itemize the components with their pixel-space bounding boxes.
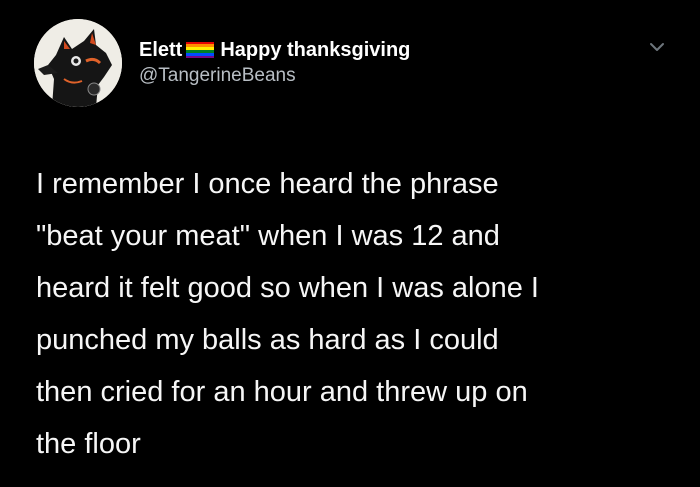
display-name-prefix: Elett <box>139 38 183 61</box>
chevron-down-icon[interactable] <box>648 40 666 54</box>
avatar[interactable] <box>34 19 122 107</box>
tweet-card: Elett Happy thanksgiving @TangerineBeans… <box>0 0 700 487</box>
tweet-text-line: the floor <box>36 428 141 460</box>
display-name-suffix: Happy thanksgiving <box>220 38 411 61</box>
tweet-text: I remember I once heard the phrase "beat… <box>36 158 676 470</box>
tweet-text-line: punched my balls as hard as I could <box>36 324 499 356</box>
pride-flag-icon <box>186 41 215 59</box>
tweet-text-line: then cried for an hour and threw up on <box>36 376 528 408</box>
tweet-text-line: heard it felt good so when I was alone I <box>36 272 539 304</box>
tweet-text-line: I remember I once heard the phrase <box>36 168 499 200</box>
furry-avatar-icon <box>34 19 122 107</box>
tweet-text-line: "beat your meat" when I was 12 and <box>36 220 500 252</box>
display-name[interactable]: Elett Happy thanksgiving <box>139 37 410 63</box>
user-handle[interactable]: @TangerineBeans <box>139 65 296 87</box>
